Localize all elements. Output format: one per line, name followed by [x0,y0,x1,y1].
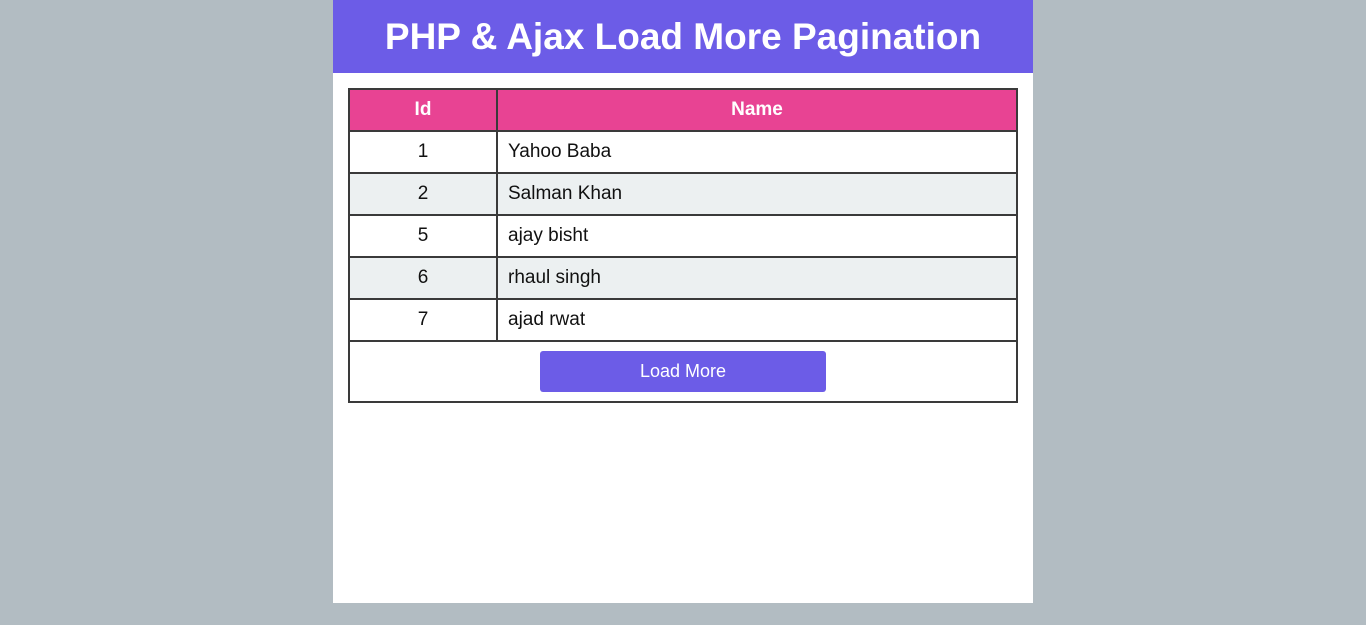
table-row: 7 ajad rwat [348,298,1018,342]
table-row: 6 rhaul singh [348,256,1018,300]
name-cell: Yahoo Baba [496,130,1018,174]
table-row: 1 Yahoo Baba [348,130,1018,174]
id-cell: 2 [348,172,498,216]
load-more-cell: Load More [348,340,1018,403]
id-cell: 1 [348,130,498,174]
table-row: 2 Salman Khan [348,172,1018,216]
id-cell: 7 [348,298,498,342]
table-container: Id Name 1 Yahoo Baba 2 Salman Khan 5 aja… [348,88,1018,403]
main-container: PHP & Ajax Load More Pagination Id Name … [333,0,1033,603]
column-header-id: Id [348,88,498,132]
id-cell: 5 [348,214,498,258]
table-header-row: Id Name [348,88,1018,132]
name-cell: ajay bisht [496,214,1018,258]
id-cell: 6 [348,256,498,300]
name-cell: rhaul singh [496,256,1018,300]
load-more-button[interactable]: Load More [540,351,826,392]
column-header-name: Name [496,88,1018,132]
name-cell: ajad rwat [496,298,1018,342]
load-more-row: Load More [348,340,1018,403]
page-title: PHP & Ajax Load More Pagination [333,0,1033,73]
data-table: Id Name 1 Yahoo Baba 2 Salman Khan 5 aja… [348,88,1018,403]
table-row: 5 ajay bisht [348,214,1018,258]
name-cell: Salman Khan [496,172,1018,216]
